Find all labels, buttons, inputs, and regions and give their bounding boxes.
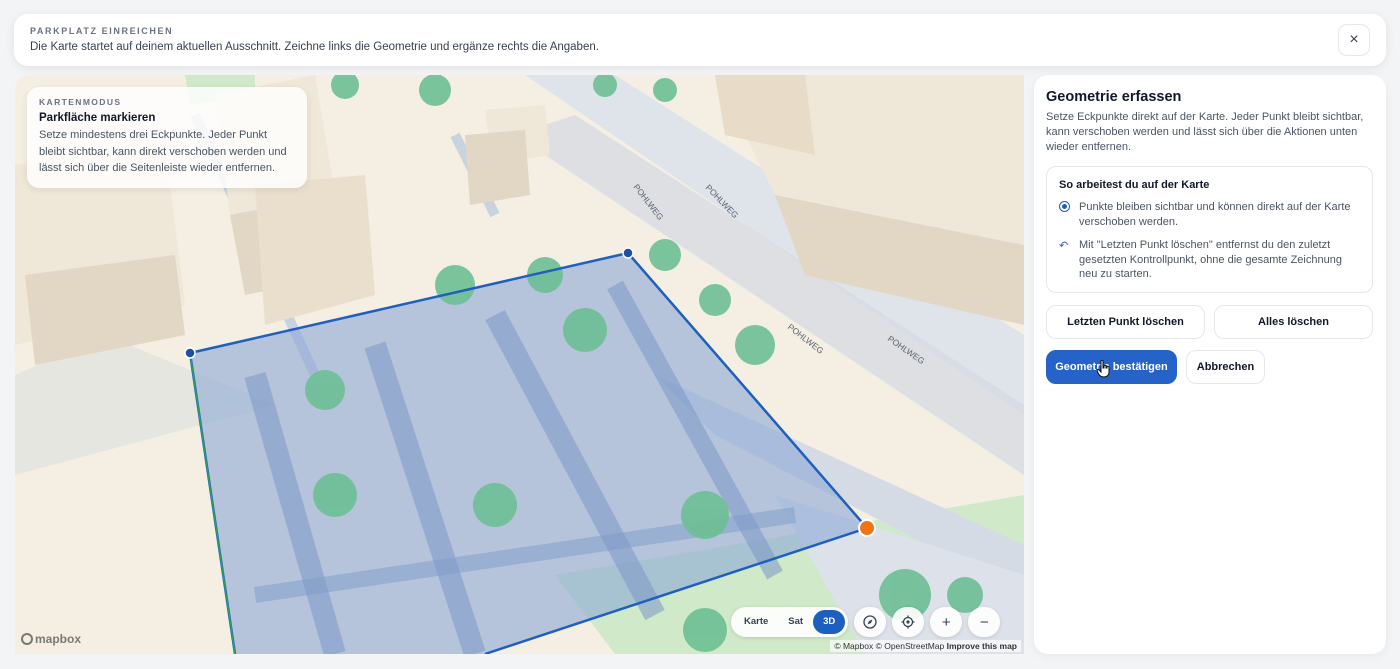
polygon-vertex[interactable] [622,247,634,259]
hand-cursor-icon [1097,360,1110,378]
howto-item-text: Mit "Letzten Punkt löschen" entfernst du… [1079,239,1342,280]
howto-title: So arbeitest du auf der Karte [1059,179,1210,191]
map-attribution: © Mapbox © OpenStreetMap Improve this ma… [830,640,1021,652]
view-mode-karte[interactable]: Karte [734,610,778,634]
minus-icon: − [979,613,989,631]
map-toolbar: Karte Sat 3D + − [731,607,1001,637]
howto-card: So arbeitest du auf der Karte Punkte ble… [1046,166,1373,293]
close-button[interactable]: × [1338,24,1370,56]
view-mode-sat[interactable]: Sat [778,610,813,634]
mapbox-logo-text: mapbox [35,632,82,646]
map-mode-title: Parkfläche markieren [39,112,156,124]
howto-item-text: Punkte bleiben sichtbar und können direk… [1079,201,1351,228]
map-mode-card: KARTENMODUS Parkfläche markieren Setze m… [27,87,307,188]
geometry-panel: Geometrie erfassen Setze Eckpunkte direk… [1034,75,1386,654]
howto-item: ↶ Mit "Letzten Punkt löschen" entfernst … [1059,238,1360,282]
attribution-osm[interactable]: © OpenStreetMap [876,641,945,651]
close-icon: × [1349,31,1359,48]
view-mode-switch: Karte Sat 3D [731,607,849,637]
radio-icon [1059,201,1070,212]
map-mode-eyebrow: KARTENMODUS [39,97,122,107]
attribution-improve[interactable]: Improve this map [947,641,1017,651]
mapbox-logo[interactable]: mapbox [21,632,81,646]
map-canvas[interactable]: POHLWEG POHLWEG POHLWEG POHLWEG KARTENMO… [15,75,1024,654]
modal-eyebrow: PARKPLATZ EINREICHEN [30,26,174,36]
panel-title: Geometrie erfassen [1046,89,1182,105]
zoom-in-button[interactable]: + [930,607,963,637]
howto-item: Punkte bleiben sichtbar und können direk… [1059,200,1360,229]
clear-all-button[interactable]: Alles löschen [1214,305,1373,339]
cancel-button[interactable]: Abbrechen [1186,350,1265,384]
mapbox-logo-icon [21,633,33,645]
undo-icon: ↶ [1059,240,1069,252]
compass-icon [863,615,877,629]
polygon-vertex[interactable] [184,347,196,359]
panel-description: Setze Eckpunkte direkt auf der Karte. Je… [1046,111,1364,153]
plus-icon: + [941,613,951,631]
locate-button[interactable] [892,607,925,637]
submit-parking-modal: PARKPLATZ EINREICHEN Die Karte startet a… [0,0,1400,669]
locate-icon [901,615,915,629]
zoom-out-button[interactable]: − [968,607,1001,637]
active-polygon-vertex[interactable] [858,519,876,537]
undo-last-point-button[interactable]: Letzten Punkt löschen [1046,305,1205,339]
view-mode-3d[interactable]: 3D [813,610,846,634]
modal-subtitle: Die Karte startet auf deinem aktuellen A… [30,41,599,53]
confirm-geometry-button[interactable]: Geometrie bestätigen [1046,350,1177,384]
modal-header: PARKPLATZ EINREICHEN Die Karte startet a… [14,14,1386,66]
attribution-mapbox[interactable]: © Mapbox [834,641,873,651]
map-mode-description: Setze mindestens drei Eckpunkte. Jeder P… [39,129,287,174]
compass-button[interactable] [854,607,887,637]
